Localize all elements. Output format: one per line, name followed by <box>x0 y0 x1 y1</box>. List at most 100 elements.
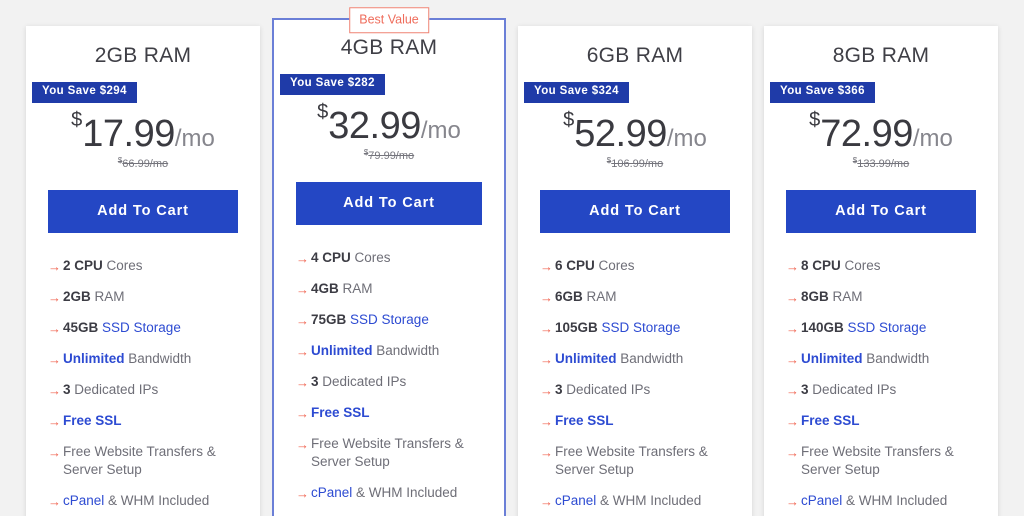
feature-text: 4 CPU Cores <box>311 249 484 267</box>
save-badge: You Save $294 <box>32 82 137 103</box>
feature-highlight: 3 <box>63 381 71 397</box>
feature-highlight: 8 CPU <box>801 258 841 273</box>
original-price-value: 79.99/mo <box>368 150 415 162</box>
feature-label: Dedicated IPs <box>318 373 407 389</box>
feature-text: Unlimited Bandwidth <box>555 350 732 368</box>
arrow-right-icon: → <box>786 320 799 336</box>
best-value-ribbon: Best Value <box>349 7 429 33</box>
arrow-right-icon: → <box>296 343 309 359</box>
feature-item: → 3 Dedicated IPs <box>296 373 484 391</box>
feature-text: Unlimited Bandwidth <box>63 350 240 368</box>
feature-label: Cores <box>840 258 881 273</box>
current-price: $32.99/mo <box>284 102 494 145</box>
feature-item: → cPanel & WHM Included <box>786 492 978 510</box>
price-currency-symbol: $ <box>317 101 329 123</box>
price-amount: 52.99 <box>574 113 667 155</box>
original-price-value: 66.99/mo <box>122 158 169 170</box>
feature-item: → 6 CPU Cores <box>540 257 732 275</box>
feature-label: Cores <box>102 258 143 273</box>
arrow-right-icon: → <box>296 485 309 501</box>
pricing-card: 8GB RAM You Save $366 $72.99/mo $133.99/mo A… <box>764 26 998 516</box>
original-price: $79.99/mo <box>284 148 494 162</box>
add-to-cart-button[interactable]: Add To Cart <box>48 190 238 233</box>
feature-item: → 8GB RAM <box>786 288 978 306</box>
feature-link: cPanel <box>311 484 353 500</box>
feature-text: Free Website Transfers & Server Setup <box>801 443 978 479</box>
feature-text: 75GB SSD Storage <box>311 311 484 329</box>
feature-label: Cores <box>594 258 635 273</box>
price-amount: 32.99 <box>328 105 421 147</box>
feature-highlight: 45GB <box>63 319 99 335</box>
feature-label: & WHM Included <box>352 484 458 500</box>
price-block: $32.99/mo $79.99/mo <box>274 102 504 162</box>
feature-label: Bandwidth <box>616 350 684 366</box>
feature-highlight: 75GB <box>311 311 347 327</box>
feature-text: 3 Dedicated IPs <box>311 373 484 391</box>
arrow-right-icon: → <box>296 405 309 421</box>
pricing-card-slot: 8GB RAM You Save $366 $72.99/mo $133.99/mo A… <box>764 18 998 516</box>
current-price: $52.99/mo <box>528 110 742 153</box>
feature-text: Unlimited Bandwidth <box>311 342 484 360</box>
price-period: /mo <box>912 125 953 152</box>
feature-text: Free Website Transfers & Server Setup <box>555 443 732 479</box>
feature-item: → Free SSL <box>48 412 240 430</box>
feature-label: Free Website Transfers & Server Setup <box>311 435 464 469</box>
feature-label: Bandwidth <box>862 350 930 366</box>
price-currency-symbol: $ <box>809 109 821 131</box>
arrow-right-icon: → <box>296 436 309 452</box>
feature-text: 2GB RAM <box>63 288 240 306</box>
arrow-right-icon: → <box>786 351 799 367</box>
feature-label: RAM <box>582 288 617 304</box>
feature-item: → 4GB RAM <box>296 280 484 298</box>
arrow-right-icon: → <box>296 312 309 328</box>
save-badge: You Save $324 <box>524 82 629 103</box>
feature-highlight: 8GB <box>801 288 829 304</box>
feature-label: Free Website Transfers & Server Setup <box>63 443 216 477</box>
arrow-right-icon: → <box>48 382 61 398</box>
feature-label: RAM <box>338 280 373 296</box>
feature-highlight: Unlimited <box>555 350 617 366</box>
arrow-right-icon: → <box>540 413 553 429</box>
feature-label: Dedicated IPs <box>70 381 159 397</box>
feature-list: → 6 CPU Cores → 6GB RAM → 105GB SSD Storage → U… <box>518 257 752 510</box>
feature-text: 4GB RAM <box>311 280 484 298</box>
cta-wrapper: Add To Cart <box>518 190 752 233</box>
plan-title: 2GB RAM <box>94 44 192 67</box>
feature-label: & WHM Included <box>104 492 210 508</box>
feature-link: cPanel <box>555 492 597 508</box>
arrow-right-icon: → <box>540 444 553 460</box>
price-period: /mo <box>666 125 707 152</box>
feature-highlight: Unlimited <box>311 342 373 358</box>
feature-item: → 3 Dedicated IPs <box>48 381 240 399</box>
feature-text: cPanel & WHM Included <box>311 484 484 502</box>
arrow-right-icon: → <box>540 382 553 398</box>
save-badge-row: You Save $324 <box>518 82 752 104</box>
feature-label: SSD Storage <box>98 319 181 335</box>
feature-item: → Unlimited Bandwidth <box>48 350 240 368</box>
feature-label: Bandwidth <box>124 350 192 366</box>
feature-highlight: 2GB <box>63 288 91 304</box>
feature-link: cPanel <box>63 492 105 508</box>
feature-text: 8GB RAM <box>801 288 978 306</box>
add-to-cart-button[interactable]: Add To Cart <box>296 182 482 225</box>
feature-item: → 3 Dedicated IPs <box>540 381 732 399</box>
feature-link: cPanel <box>801 492 843 508</box>
feature-item: → Free SSL <box>786 412 978 430</box>
arrow-right-icon: → <box>48 444 61 460</box>
feature-text: 6 CPU Cores <box>555 257 732 275</box>
feature-item: → 140GB SSD Storage <box>786 319 978 337</box>
arrow-right-icon: → <box>786 444 799 460</box>
feature-item: → 8 CPU Cores <box>786 257 978 275</box>
arrow-right-icon: → <box>786 382 799 398</box>
arrow-right-icon: → <box>48 320 61 336</box>
feature-label: Free Website Transfers & Server Setup <box>801 443 954 477</box>
current-price: $72.99/mo <box>774 110 988 153</box>
feature-text: 3 Dedicated IPs <box>63 381 240 399</box>
arrow-right-icon: → <box>296 251 309 266</box>
add-to-cart-button[interactable]: Add To Cart <box>540 190 730 233</box>
add-to-cart-button[interactable]: Add To Cart <box>786 190 976 233</box>
arrow-right-icon: → <box>48 289 61 305</box>
feature-item: → 6GB RAM <box>540 288 732 306</box>
original-price: $106.99/mo <box>528 156 742 170</box>
feature-item: → Unlimited Bandwidth <box>296 342 484 360</box>
